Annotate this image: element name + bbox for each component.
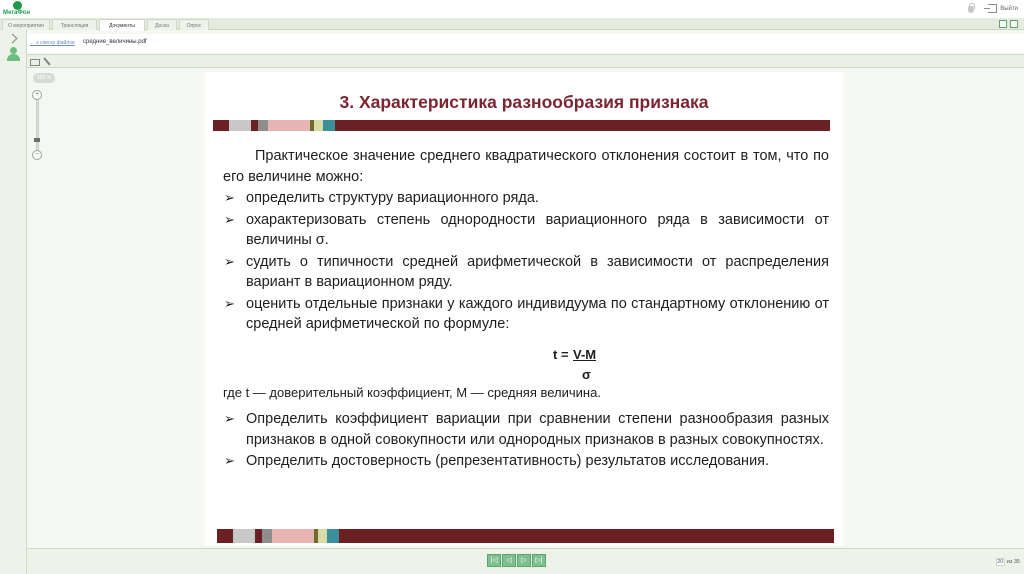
decor-bar-top xyxy=(213,120,830,131)
left-rail xyxy=(0,30,27,574)
formula-denominator: σ xyxy=(582,366,591,382)
bar-seg xyxy=(262,529,272,543)
viewer-footer: 20 из 35 xyxy=(27,548,1024,574)
document-toolbar xyxy=(27,54,1024,68)
app-window: МегаФон Выйти О мероприятии Трансляция Д… xyxy=(0,0,1024,574)
bar-seg xyxy=(258,120,268,131)
bullet-item: определить структуру вариационного ряда. xyxy=(223,188,829,209)
formula-lhs: t = xyxy=(553,346,569,362)
bar-seg xyxy=(229,120,251,131)
bar-seg xyxy=(217,529,233,543)
exit-label: Выйти xyxy=(1000,5,1018,12)
decor-bar-bottom xyxy=(217,529,834,543)
bar-seg xyxy=(327,529,339,543)
draw-shape-icon[interactable] xyxy=(30,57,40,66)
window-buttons xyxy=(999,20,1018,28)
exit-icon xyxy=(984,4,998,13)
slide-title: 3. Характеристика разнообразия признака xyxy=(339,92,709,112)
bullet-item: оценить отдельные признаки у каждого инд… xyxy=(223,294,829,335)
bar-seg xyxy=(233,529,255,543)
tab-documents[interactable]: Документы xyxy=(99,19,145,31)
prev-page-button[interactable] xyxy=(502,554,516,567)
header-actions: Выйти xyxy=(966,3,1018,14)
tab-bar: О мероприятии Трансляция Документы Доска… xyxy=(0,18,1024,31)
last-page-button[interactable] xyxy=(532,554,546,567)
zoom-in-button[interactable]: + xyxy=(32,90,42,100)
bullet-item: судить о типичности средней арифметическ… xyxy=(223,252,829,293)
bar-seg xyxy=(339,529,834,543)
next-page-button[interactable] xyxy=(517,554,531,567)
first-page-button[interactable] xyxy=(487,554,501,567)
exit-button[interactable]: Выйти xyxy=(984,4,1018,13)
tab-broadcast[interactable]: Трансляция xyxy=(52,19,97,30)
formula-note: где t — доверительный коэффициент, М — с… xyxy=(223,384,601,400)
logo-text: МегаФон xyxy=(3,10,31,16)
bullet-item: Определить достоверность (репрезентативн… xyxy=(223,451,829,472)
bullet-item: Определить коэффициент вариации при срав… xyxy=(223,409,829,450)
bullet-item: охарактеризовать степень однородности ва… xyxy=(223,210,829,251)
formula-numerator: V-M xyxy=(573,346,597,362)
pencil-icon[interactable] xyxy=(43,57,52,66)
zoom-out-button[interactable]: − xyxy=(32,150,42,160)
user-icon[interactable] xyxy=(7,47,20,61)
page-number-input[interactable]: 20 xyxy=(995,558,1005,566)
file-name: средние_величины.pdf xyxy=(83,39,147,45)
page-indicator: 20 из 35 xyxy=(995,558,1020,566)
zoom-level: 100 % xyxy=(33,73,55,83)
bar-seg xyxy=(268,120,310,131)
bar-seg xyxy=(318,529,327,543)
zoom-slider-handle[interactable] xyxy=(34,138,40,142)
bar-seg xyxy=(255,529,262,543)
bar-seg xyxy=(314,120,323,131)
back-to-files-link[interactable]: ← к списку файлов xyxy=(30,40,75,46)
formula: t = V-M σ xyxy=(223,341,829,383)
bar-seg xyxy=(323,120,335,131)
slide-body: Практическое значение среднего квадратич… xyxy=(223,146,829,472)
bar-seg xyxy=(335,120,830,131)
bar-seg xyxy=(213,120,229,131)
tab-poll[interactable]: Опрос xyxy=(179,19,209,30)
maximize-window-button[interactable] xyxy=(1010,20,1018,28)
document-viewer: 100 % + − 3. Характеристика разнообразия… xyxy=(27,68,1024,548)
raise-hand-icon[interactable] xyxy=(966,3,976,14)
bar-seg xyxy=(272,529,314,543)
restore-window-button[interactable] xyxy=(999,20,1007,28)
page-total: из 35 xyxy=(1006,559,1020,565)
zoom-slider-track[interactable] xyxy=(36,94,39,154)
tab-board[interactable]: Доска xyxy=(147,19,177,30)
megafon-logo: МегаФон xyxy=(3,1,37,17)
chevron-right-icon[interactable] xyxy=(7,33,18,44)
slide-lead-paragraph: Практическое значение среднего квадратич… xyxy=(223,148,829,185)
logo-mark-icon xyxy=(13,1,22,10)
tab-about[interactable]: О мероприятии xyxy=(2,19,50,30)
breadcrumb: ← к списку файлов средние_величины.pdf xyxy=(27,34,1024,53)
bar-seg xyxy=(251,120,258,131)
header: МегаФон Выйти xyxy=(0,0,1024,18)
slide-page: 3. Характеристика разнообразия признака … xyxy=(205,72,843,546)
pager xyxy=(487,554,546,567)
